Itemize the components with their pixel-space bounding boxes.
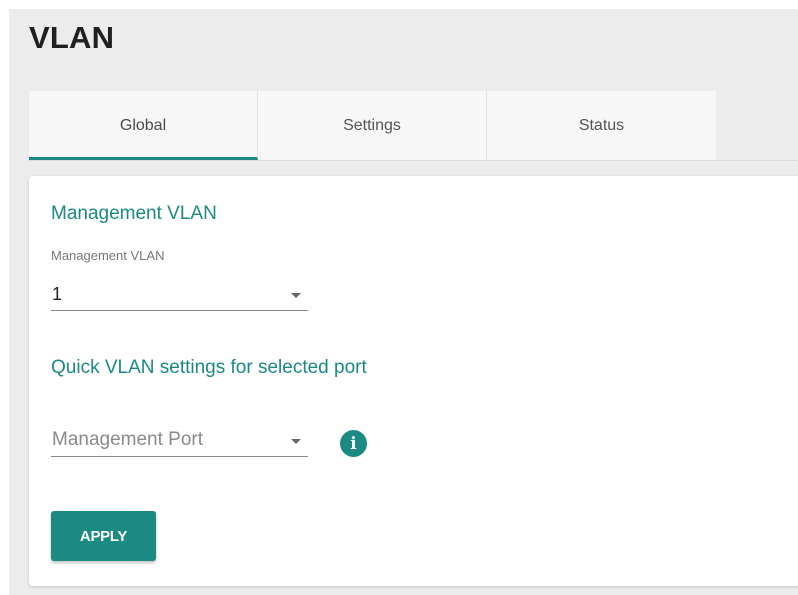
tab-global[interactable]: Global xyxy=(29,91,258,160)
tab-bar: Global Settings Status xyxy=(29,91,716,160)
tab-divider xyxy=(29,160,798,161)
management-vlan-select-value: 1 xyxy=(52,284,63,304)
tab-status[interactable]: Status xyxy=(487,91,716,160)
tab-settings-label: Settings xyxy=(343,116,401,134)
management-port-placeholder: Management Port xyxy=(52,429,204,450)
info-icon[interactable]: i xyxy=(340,430,367,457)
apply-button[interactable]: APPLY xyxy=(51,511,156,561)
management-vlan-field-label: Management VLAN xyxy=(51,248,165,263)
global-settings-card: Management VLAN Management VLAN 1 Quick … xyxy=(29,176,798,586)
management-vlan-select[interactable]: 1 xyxy=(51,282,308,311)
page-title: VLAN xyxy=(29,20,115,55)
tab-settings[interactable]: Settings xyxy=(258,91,487,160)
tab-global-label: Global xyxy=(119,116,167,134)
chevron-down-icon xyxy=(291,439,301,444)
quick-vlan-section-title: Quick VLAN settings for selected port xyxy=(51,357,367,378)
chevron-down-icon xyxy=(291,293,301,298)
management-vlan-section-title: Management VLAN xyxy=(51,203,217,224)
management-port-select[interactable]: Management Port xyxy=(51,428,308,457)
tab-status-label: Status xyxy=(578,116,625,134)
